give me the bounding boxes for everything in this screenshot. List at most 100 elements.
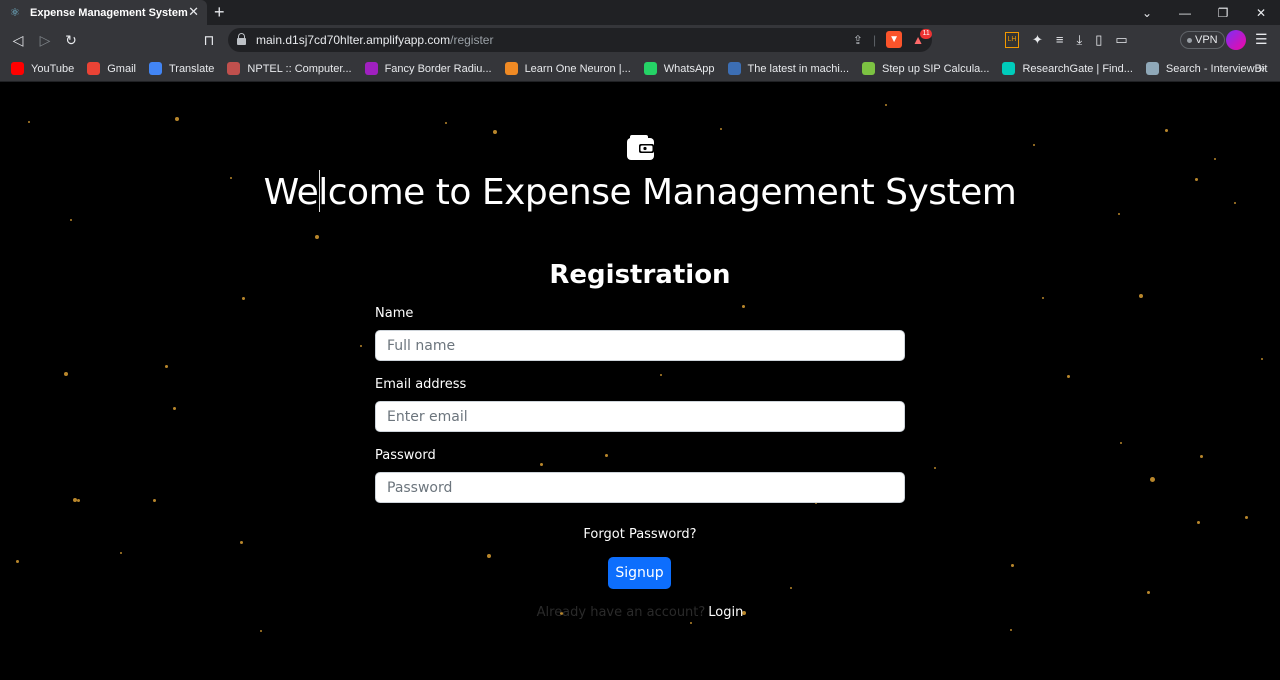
bookmark-item[interactable]: WhatsApp: [643, 62, 715, 75]
background-particle: [934, 467, 936, 469]
minimize-button[interactable]: —: [1166, 6, 1204, 20]
bookmark-item[interactable]: Step up SIP Calcula...: [862, 62, 989, 75]
lock-icon[interactable]: [237, 33, 246, 45]
background-particle: [28, 121, 30, 123]
bookmark-item[interactable]: NPTEL :: Computer...: [227, 62, 352, 75]
background-particle: [487, 554, 491, 558]
address-bar[interactable]: main.d1sj7cd70hlter.amplifyapp.com/regis…: [228, 28, 933, 52]
gmail-icon: [87, 62, 101, 75]
background-particle: [1245, 516, 1248, 519]
reload-button[interactable]: ↻: [62, 31, 80, 49]
brave-shields-icon[interactable]: ▼: [886, 31, 903, 48]
lighthouse-icon[interactable]: LH: [1005, 32, 1019, 48]
background-particle: [173, 407, 176, 410]
bookmark-label: Learn One Neuron |...: [524, 62, 631, 75]
paperswithcode-icon: [727, 62, 741, 75]
restore-button[interactable]: ❐: [1204, 6, 1242, 20]
sidebar-icon[interactable]: ▯: [1095, 32, 1102, 48]
background-particle: [1011, 564, 1014, 567]
close-window-button[interactable]: ✕: [1242, 6, 1280, 20]
researchgate-icon: [1002, 62, 1016, 75]
password-input[interactable]: [375, 472, 905, 503]
email-label: Email address: [375, 377, 467, 392]
background-particle: [540, 463, 543, 466]
background-particle: [1010, 629, 1012, 631]
share-icon[interactable]: ⇪: [853, 33, 863, 47]
new-tab-button[interactable]: +: [214, 2, 225, 22]
background-particle: [660, 374, 662, 376]
background-particle: [1033, 144, 1035, 146]
bookmark-item[interactable]: Translate: [148, 62, 215, 75]
extensions-puzzle-icon[interactable]: ✦: [1032, 32, 1043, 48]
bookmark-item[interactable]: ResearchGate | Find...: [1002, 62, 1133, 75]
name-input[interactable]: [375, 330, 905, 361]
profile-avatar[interactable]: [1226, 30, 1246, 50]
background-particle: [1197, 521, 1200, 524]
signup-button[interactable]: Signup: [608, 557, 671, 589]
background-particle: [73, 498, 77, 502]
close-tab-icon[interactable]: ✕: [188, 5, 199, 19]
bookmark-item[interactable]: Search - InterviewBit: [1145, 62, 1268, 75]
tab-expense-management[interactable]: ⚛ Expense Management System ✕: [0, 0, 207, 25]
background-particle: [605, 454, 608, 457]
bookmark-label: WhatsApp: [663, 62, 715, 75]
bookmark-label: The latest in machi...: [747, 62, 850, 75]
media-playlist-icon[interactable]: ≡: [1056, 32, 1064, 48]
background-particle: [1150, 477, 1155, 482]
window-controls: ⌄ — ❐ ✕: [1128, 0, 1280, 25]
react-icon: ⚛: [10, 6, 20, 19]
bookmark-item[interactable]: Learn One Neuron |...: [504, 62, 631, 75]
bookmark-item[interactable]: Gmail: [87, 62, 136, 75]
login-prompt: Already have an account?: [536, 605, 706, 620]
download-icon[interactable]: ⤓: [1077, 32, 1083, 48]
background-particle: [153, 499, 156, 502]
bookmark-label: Search - InterviewBit: [1165, 62, 1268, 75]
rewards-badge: 11: [920, 28, 933, 39]
page-title: Welcome to Expense Management System: [263, 172, 1017, 213]
bookmark-label: Translate: [168, 62, 215, 75]
wallet-icon[interactable]: ▭: [1115, 32, 1127, 48]
omnibox-icons: ⇪ | ▼ ▲ 11: [853, 28, 933, 48]
tab-search-icon[interactable]: ⌄: [1128, 6, 1166, 20]
menu-icon[interactable]: ☰: [1255, 31, 1268, 48]
bookmark-icon[interactable]: ⊓: [200, 31, 218, 49]
bookmark-label: Step up SIP Calcula...: [882, 62, 990, 75]
browser-toolbar: ◁ ▷ ↻ ⊓ main.d1sj7cd70hlter.amplifyapp.c…: [0, 25, 1280, 56]
bookmark-item[interactable]: The latest in machi...: [727, 62, 850, 75]
login-link[interactable]: Login: [708, 605, 743, 620]
interviewbit-icon: [1145, 62, 1159, 75]
bookmarks-bar: YouTube Gmail Translate NPTEL :: Computer..…: [0, 56, 1280, 82]
background-particle: [165, 365, 168, 368]
back-button[interactable]: ◁: [9, 31, 27, 49]
background-particle: [1147, 591, 1150, 594]
bookmark-label: ResearchGate | Find...: [1022, 62, 1133, 75]
vpn-button[interactable]: VPN: [1180, 31, 1225, 49]
login-row: Already have an account? Login: [0, 605, 1280, 620]
bookmark-label: Fancy Border Radiu...: [384, 62, 492, 75]
email-input[interactable]: [375, 401, 905, 432]
bookmark-item[interactable]: Fancy Border Radiu...: [364, 62, 492, 75]
password-label: Password: [375, 448, 436, 463]
nptel-icon: [227, 62, 241, 75]
forward-button[interactable]: ▷: [36, 31, 54, 49]
url-text: main.d1sj7cd70hlter.amplifyapp.com/regis…: [256, 33, 493, 47]
extension-icons: LH ✦ ≡ ⤓ ▯ ▭: [1005, 32, 1128, 48]
registration-page: Welcome to Expense Management System Reg…: [0, 82, 1280, 680]
url-host: main.d1sj7cd70hlter.amplifyapp.com: [256, 33, 451, 47]
brave-rewards-icon[interactable]: ▲ 11: [912, 28, 933, 47]
oneneuron-icon: [504, 62, 518, 75]
background-particle: [1139, 294, 1143, 298]
bookmark-label: Gmail: [107, 62, 136, 75]
forgot-password-link[interactable]: Forgot Password?: [0, 527, 1280, 542]
background-particle: [742, 305, 745, 308]
background-particle: [493, 130, 497, 134]
bookmark-label: NPTEL :: Computer...: [247, 62, 352, 75]
translate-icon: [148, 62, 162, 75]
more-bookmarks-icon[interactable]: »: [1258, 61, 1265, 75]
tab-strip: ⚛ Expense Management System ✕ + ⌄ — ❐ ✕: [0, 0, 1280, 25]
youtube-icon: [11, 62, 24, 75]
fancy-border-icon: [364, 62, 378, 75]
background-particle: [1165, 129, 1168, 132]
background-particle: [790, 587, 792, 589]
bookmark-item[interactable]: YouTube: [11, 62, 74, 75]
